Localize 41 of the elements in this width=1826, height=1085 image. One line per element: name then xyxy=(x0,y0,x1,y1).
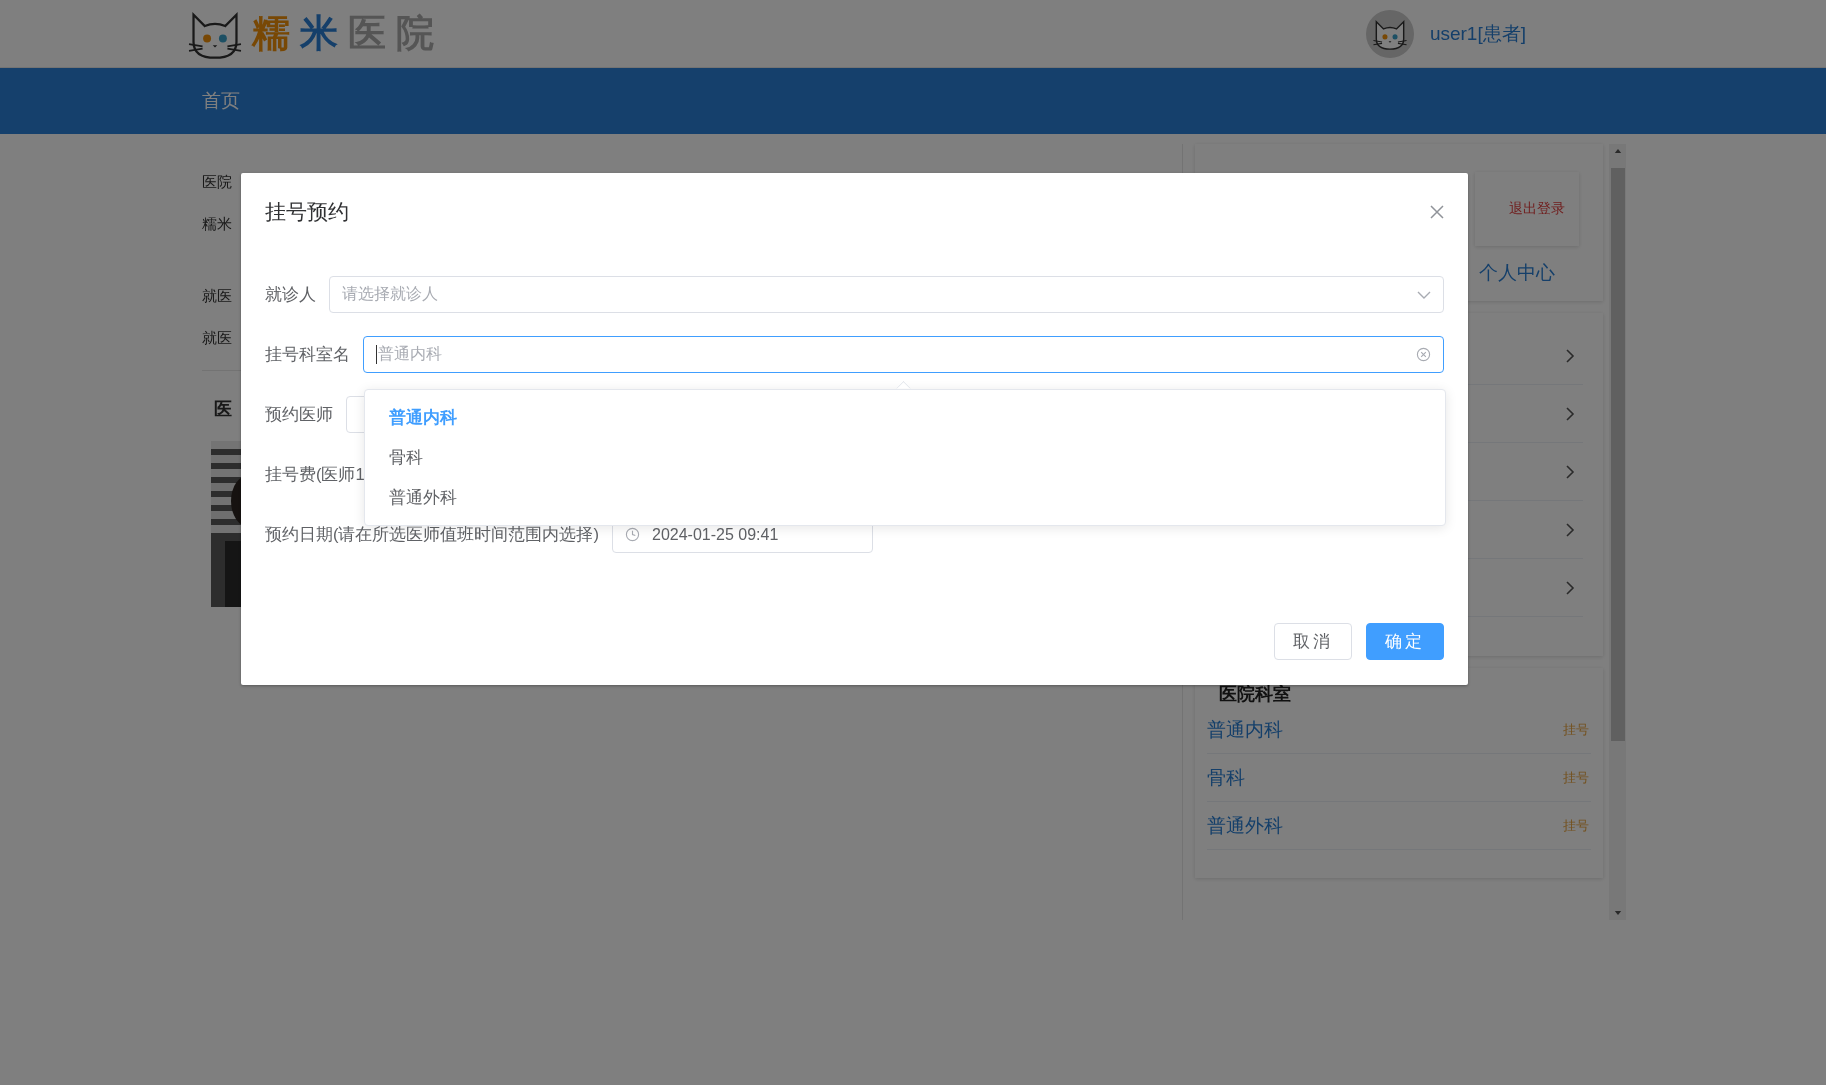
register-link[interactable]: 挂号 xyxy=(1563,720,1589,739)
chevron-down-icon[interactable] xyxy=(1417,290,1431,299)
info-text: 就医 xyxy=(202,328,232,348)
department-input[interactable]: 普通内科 xyxy=(363,336,1444,373)
close-icon[interactable] xyxy=(1430,205,1444,219)
dropdown-option[interactable]: 普通外科 xyxy=(389,487,457,509)
nav-tab[interactable]: 首页 xyxy=(202,88,240,114)
register-link[interactable]: 挂号 xyxy=(1563,768,1589,787)
scrollbar-thumb[interactable] xyxy=(1610,168,1625,741)
user-name[interactable]: user1[患者] xyxy=(1429,20,1526,47)
chevron-right-icon[interactable] xyxy=(1565,580,1575,595)
form-label: 预约日期(请在所选医师值班时间范围内选择) xyxy=(265,523,599,545)
scroll-down-icon[interactable] xyxy=(1613,910,1622,916)
logout-button[interactable]: 退出登录 xyxy=(1475,172,1579,246)
chevron-right-icon[interactable] xyxy=(1565,464,1575,479)
patient-select[interactable]: 请选择就诊人 xyxy=(329,276,1444,313)
departments-title: 医院科室 xyxy=(1219,683,1291,706)
cancel-button[interactable]: 取消 xyxy=(1274,623,1352,660)
department-link[interactable]: 普通外科 xyxy=(1207,812,1283,839)
form-label: 挂号科室名 xyxy=(265,343,350,365)
profile-link[interactable]: 个人中心 xyxy=(1479,260,1555,286)
department-link[interactable]: 骨科 xyxy=(1207,764,1245,791)
form-label: 挂号费(医师1 xyxy=(265,463,365,485)
section-title: 医 xyxy=(214,398,232,421)
chevron-right-icon[interactable] xyxy=(1565,406,1575,421)
confirm-button[interactable]: 确定 xyxy=(1366,623,1444,660)
info-text: 糯米 xyxy=(202,214,232,234)
chevron-right-icon[interactable] xyxy=(1565,522,1575,537)
clock-icon xyxy=(625,527,640,542)
form-label: 预约医师 xyxy=(265,403,333,425)
scroll-up-icon[interactable] xyxy=(1613,148,1622,154)
dropdown-option[interactable]: 骨科 xyxy=(389,447,423,469)
info-text: 医院 xyxy=(202,172,232,192)
info-text: 就医 xyxy=(202,286,232,306)
chevron-right-icon[interactable] xyxy=(1565,348,1575,363)
form-label: 就诊人 xyxy=(265,283,316,305)
dialog-title: 挂号预约 xyxy=(265,199,349,225)
dropdown-option[interactable]: 普通内科 xyxy=(389,407,457,429)
department-link[interactable]: 普通内科 xyxy=(1207,716,1283,743)
clear-icon[interactable] xyxy=(1416,347,1431,362)
register-link[interactable]: 挂号 xyxy=(1563,816,1589,835)
